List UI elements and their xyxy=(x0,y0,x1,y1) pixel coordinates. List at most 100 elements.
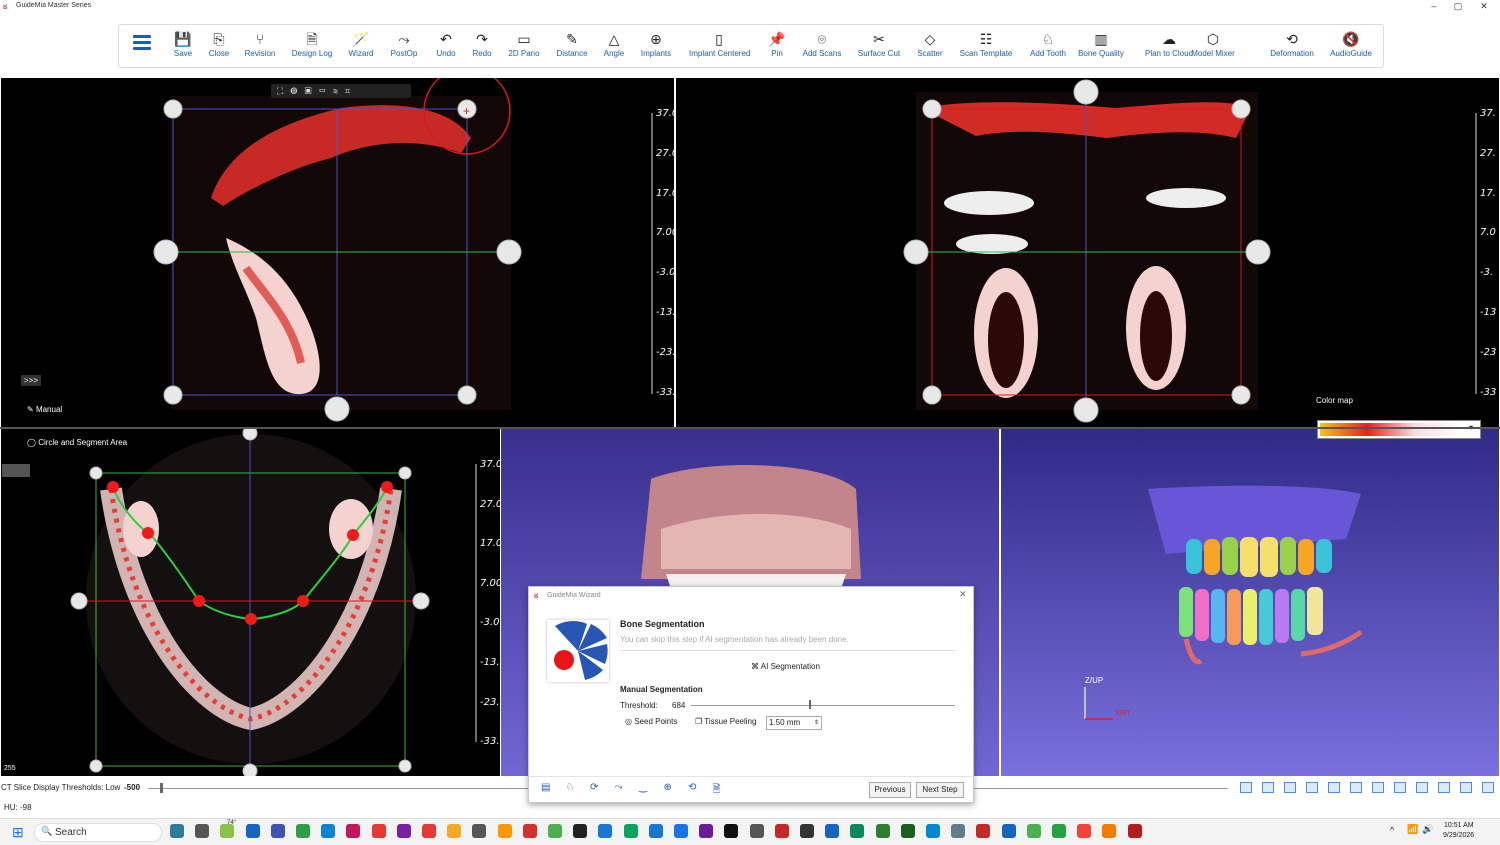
circle-segment-label[interactable]: ◯ Circle and Segment Area xyxy=(27,438,127,447)
taskbar-app-icon[interactable] xyxy=(674,824,688,838)
volume-icon[interactable]: 🔊 xyxy=(1422,824,1433,835)
layout-view-icon[interactable] xyxy=(1372,782,1384,793)
taskbar-app-icon[interactable] xyxy=(220,824,235,838)
taskbar-app-icon[interactable] xyxy=(447,824,462,838)
wizard-close-button[interactable]: ✕ xyxy=(959,589,967,600)
toolbar-add-tooth-button[interactable]: ♘ Add Tooth xyxy=(1018,25,1078,67)
viewport-mini-toolbar[interactable]: ⛶◍▣▭≋⌗ xyxy=(271,84,411,98)
layout-view-icon[interactable] xyxy=(1350,782,1362,793)
taskbar-app-icon[interactable] xyxy=(749,824,764,838)
close-window-button[interactable]: ✕ xyxy=(1472,0,1496,14)
step-curve-icon[interactable]: ‿ xyxy=(639,782,647,793)
wifi-icon[interactable]: 📶 xyxy=(1407,824,1418,835)
taskbar-app-icon[interactable] xyxy=(774,824,789,838)
step-refresh-icon[interactable]: ⟲ xyxy=(688,782,696,793)
layout-view-icon[interactable] xyxy=(1394,782,1406,793)
toolbar-deformation-button[interactable]: ⟲ Deformation xyxy=(1262,25,1322,67)
toolbar-implants-button[interactable]: ⊕ Implants xyxy=(626,25,686,67)
taskbar-app-icon[interactable] xyxy=(548,824,562,838)
taskbar-app-icon[interactable] xyxy=(875,824,890,838)
taskbar-app-icon[interactable] xyxy=(800,824,814,838)
seed-points-radio[interactable]: ◎ Seed Points xyxy=(625,717,677,726)
taskbar-app-icon[interactable] xyxy=(422,824,436,838)
expand-panel-button[interactable]: >>> xyxy=(21,375,42,386)
taskbar-app-icon[interactable] xyxy=(497,824,512,838)
coronal-viewport[interactable]: 37. 27. 17. 7.0 -3. -13 -23 -33 xyxy=(676,78,1499,427)
axial-viewport[interactable]: 37.0 27.0 17.0 7.00 -3.0 -13. -23. -33. ◯ Circl… xyxy=(1,429,500,776)
layout-view-icon[interactable] xyxy=(1416,782,1428,793)
toolbar-scatter-button[interactable]: ◇ Scatter xyxy=(900,25,960,67)
taskbar-app-icon[interactable] xyxy=(724,824,739,838)
step-doc-icon[interactable]: 🗎 xyxy=(713,782,721,799)
step-tooth-icon[interactable]: ♘ xyxy=(566,782,575,793)
layout-view-icon[interactable] xyxy=(1240,782,1252,793)
taskbar-app-icon[interactable] xyxy=(522,824,537,838)
threshold-slider-handle[interactable] xyxy=(160,783,163,793)
sagittal-viewport[interactable]: + ⛶◍▣▭≋⌗ 37.0 27.0 17.0 7.00 -3.0 -13. -23. -33… xyxy=(1,78,674,427)
toolbar-bone-quality-button[interactable]: ▥ Bone Quality xyxy=(1071,25,1131,67)
taskbar-app-icon[interactable] xyxy=(1102,824,1117,838)
taskbar-app-icon[interactable] xyxy=(850,824,865,838)
toolbar-implant-centered-button[interactable]: ▯ Implant Centered xyxy=(689,25,750,67)
layout-view-icon[interactable] xyxy=(1262,782,1274,793)
taskbar-app-icon[interactable] xyxy=(976,824,991,838)
clock-time[interactable]: 10:51 AM xyxy=(1444,822,1474,829)
taskbar-app-icon[interactable] xyxy=(270,824,285,838)
tissue-peeling-input[interactable]: 1.50 mm ⇕ xyxy=(766,716,822,730)
taskbar-app-icon[interactable] xyxy=(825,824,840,838)
step-implant-icon[interactable]: ⊕ xyxy=(664,782,672,793)
taskbar-app-icon[interactable] xyxy=(1127,824,1142,838)
layout-view-icon[interactable] xyxy=(1328,782,1340,793)
toolbar-add-scans-button[interactable]: ⌾ Add Scans xyxy=(792,25,852,67)
taskbar-app-icon[interactable] xyxy=(1077,824,1092,838)
taskbar-app-icon[interactable] xyxy=(1026,824,1041,838)
taskbar-app-icon[interactable] xyxy=(346,824,361,838)
step-rotate-icon[interactable]: ⟳ xyxy=(590,782,598,793)
taskbar-app-icon[interactable] xyxy=(296,824,310,838)
taskbar-app-icon[interactable] xyxy=(245,824,260,838)
ai-segmentation-button[interactable]: ⌘ AI Segmentation xyxy=(751,662,820,671)
step-list-icon[interactable]: ▤ xyxy=(541,782,550,793)
taskbar-app-icon[interactable] xyxy=(926,824,940,838)
taskbar-app-icon[interactable] xyxy=(371,824,386,838)
taskbar-app-icon[interactable] xyxy=(573,824,588,838)
layout-view-icon[interactable] xyxy=(1482,782,1494,793)
step-path-icon[interactable]: ⤳ xyxy=(615,782,623,793)
tray-chevron-icon[interactable]: ^ xyxy=(1390,825,1394,835)
taskbar-app-icon[interactable] xyxy=(951,824,966,838)
manual-mode-label[interactable]: ✎ Manual xyxy=(27,405,62,414)
toolbar-revision-button[interactable]: ⑂ Revision xyxy=(230,25,290,67)
taskbar-app-icon[interactable] xyxy=(396,824,411,838)
windows-start-icon[interactable]: ⊞ xyxy=(12,824,24,841)
maximize-button[interactable]: ▢ xyxy=(1446,0,1470,14)
layout-view-icon[interactable] xyxy=(1306,782,1318,793)
taskbar-app-icon[interactable] xyxy=(598,824,613,838)
taskbar-search[interactable]: 🔍 Search xyxy=(34,823,162,842)
taskbar-app-icon[interactable] xyxy=(623,824,638,838)
layout-view-icon[interactable] xyxy=(1284,782,1296,793)
taskbar-app-icon[interactable] xyxy=(170,824,184,838)
taskbar-app-icon[interactable] xyxy=(321,824,336,838)
color-map-select[interactable]: ▾ xyxy=(1317,420,1481,439)
wizard-threshold-slider[interactable] xyxy=(691,705,955,706)
taskbar-app-icon[interactable] xyxy=(1052,824,1066,838)
model-viewport[interactable]: Z/UP X/RT xyxy=(1001,429,1499,776)
minimize-button[interactable]: – xyxy=(1422,0,1446,14)
hamburger-menu-icon[interactable] xyxy=(133,35,151,53)
taskbar-app-icon[interactable] xyxy=(195,824,210,838)
toolbar-audioguide-button[interactable]: 🔇 AudioGuide xyxy=(1321,25,1381,67)
taskbar-app-icon[interactable] xyxy=(1001,824,1016,838)
taskbar-app-icon[interactable] xyxy=(648,824,663,838)
taskbar-app-icon[interactable] xyxy=(472,824,487,838)
layout-view-icon[interactable] xyxy=(1438,782,1450,793)
taskbar-app-icon[interactable] xyxy=(699,824,714,838)
toolbar-scan-template-button[interactable]: ☷ Scan Template xyxy=(956,25,1016,67)
previous-button[interactable]: Previous xyxy=(869,782,911,798)
wizard-threshold-handle[interactable] xyxy=(808,700,811,709)
clock-date[interactable]: 9/29/2026 xyxy=(1443,832,1474,839)
tissue-peeling-radio[interactable]: ❐ Tissue Peeling xyxy=(695,717,756,726)
taskbar-app-icon[interactable] xyxy=(900,824,915,838)
spin-arrows-icon[interactable]: ⇕ xyxy=(814,717,819,729)
layout-view-icon[interactable] xyxy=(1460,782,1472,793)
toolbar-model-mixer-button[interactable]: ⬡ Model Mixer xyxy=(1183,25,1243,67)
